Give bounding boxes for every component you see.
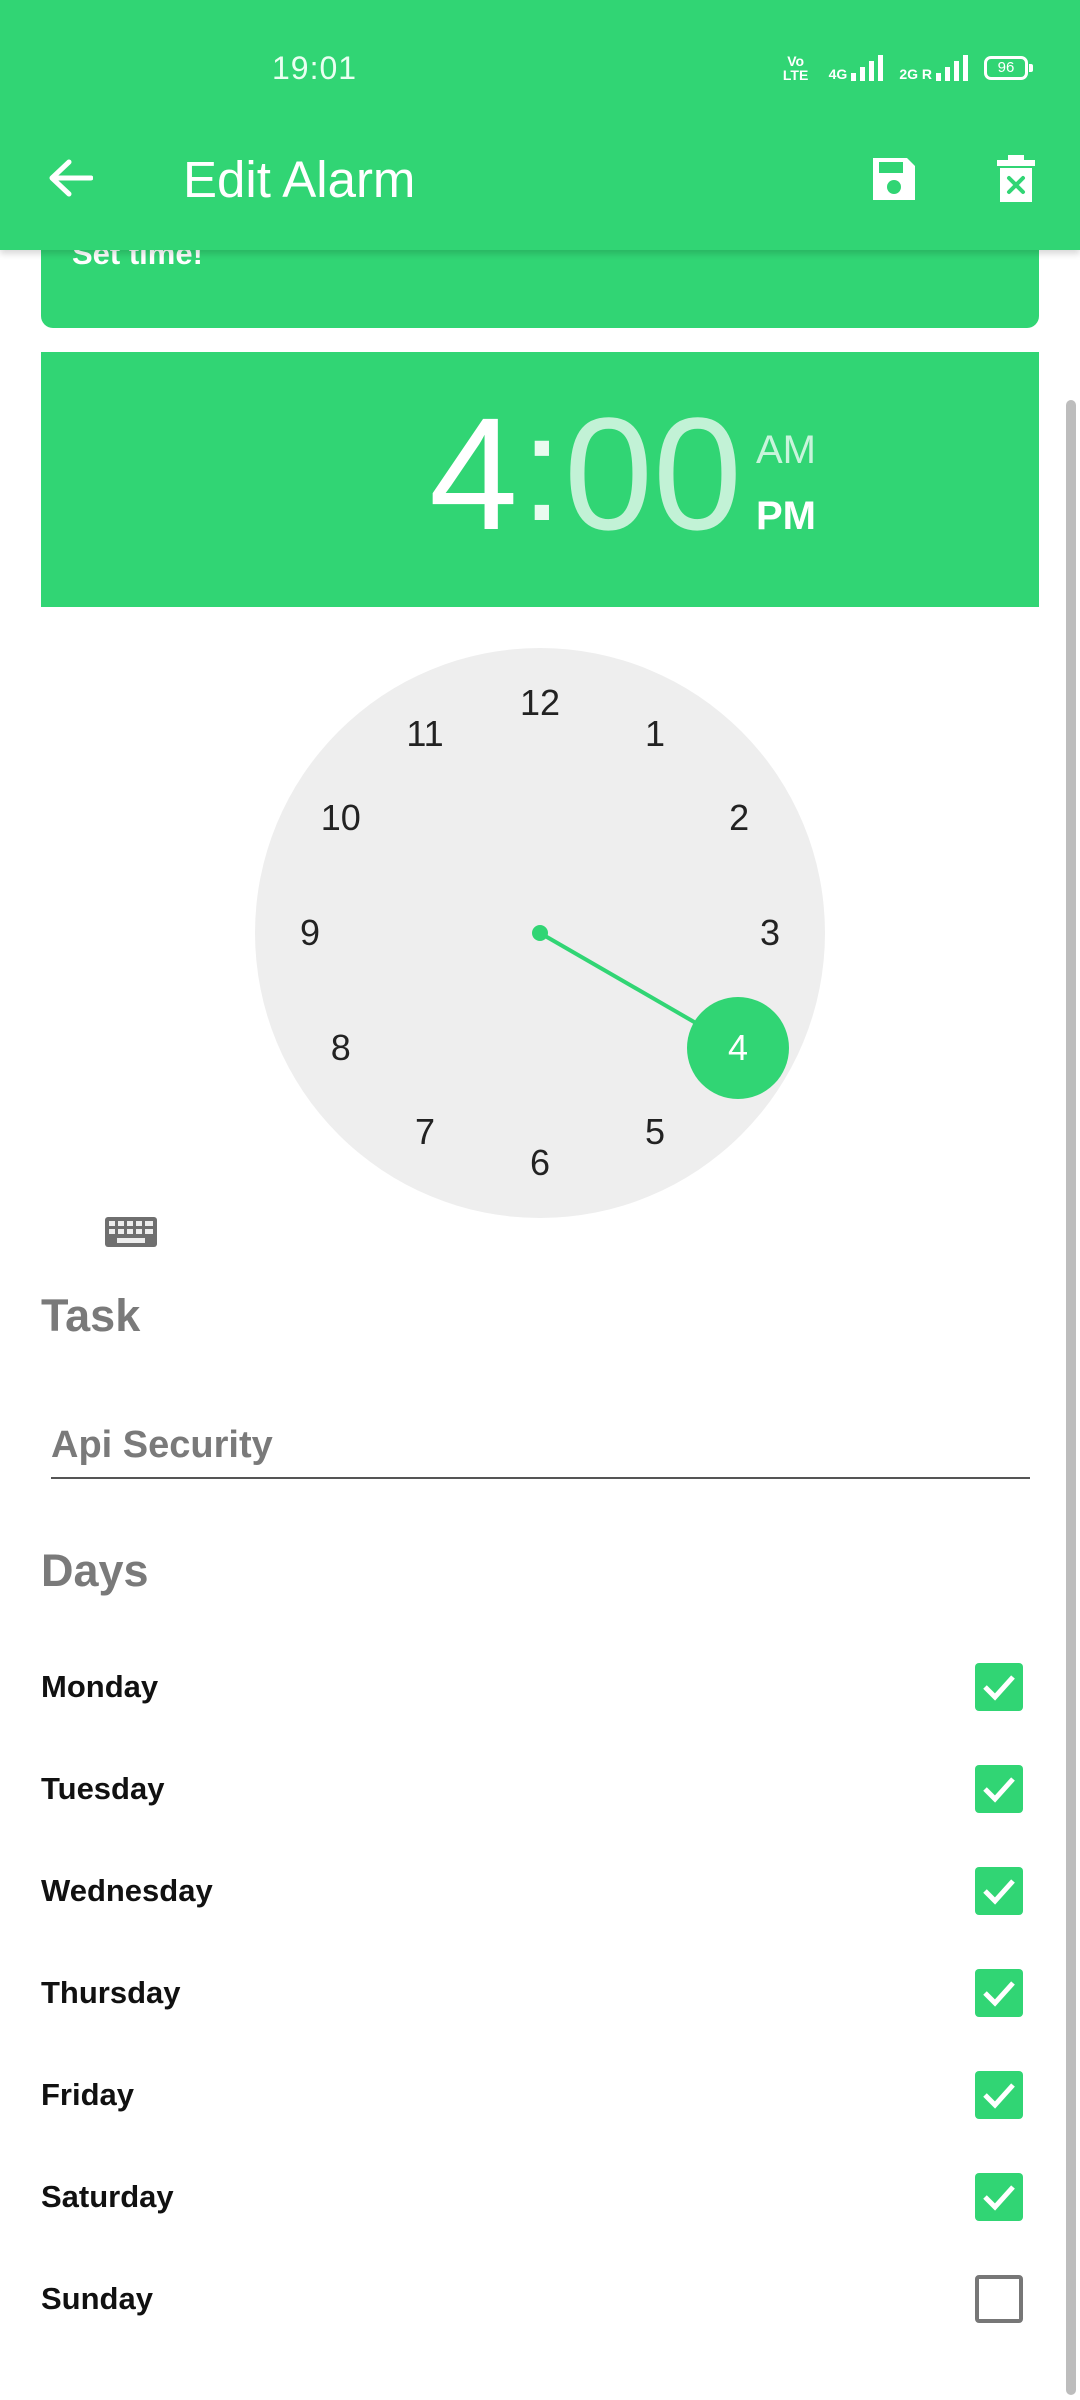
friday-checkbox[interactable] xyxy=(975,2071,1023,2119)
hour-9[interactable]: 9 xyxy=(280,911,340,955)
hour-12[interactable]: 12 xyxy=(510,681,570,725)
save-button[interactable] xyxy=(862,144,926,214)
day-row-tuesday[interactable]: Tuesday xyxy=(41,1754,1023,1824)
scrollbar[interactable] xyxy=(1066,400,1076,2395)
day-label: Wednesday xyxy=(41,1873,213,1908)
clock-dial[interactable]: 12 1 2 3 4 5 6 7 8 9 10 11 xyxy=(255,648,825,1218)
hour-2[interactable]: 2 xyxy=(709,796,769,840)
page-title: Edit Alarm xyxy=(183,151,416,208)
days-heading: Days xyxy=(41,1545,149,1596)
check-icon xyxy=(983,1981,1015,2007)
minute-value[interactable]: 00 xyxy=(564,374,742,574)
day-row-wednesday[interactable]: Wednesday xyxy=(41,1856,1023,1926)
hour-6[interactable]: 6 xyxy=(510,1141,570,1185)
saturday-checkbox[interactable] xyxy=(975,2173,1023,2221)
arrow-left-icon xyxy=(49,159,93,197)
hour-11[interactable]: 11 xyxy=(395,712,455,756)
day-row-sunday[interactable]: Sunday xyxy=(41,2264,1023,2334)
hour-5[interactable]: 5 xyxy=(625,1110,685,1154)
sunday-checkbox[interactable] xyxy=(975,2275,1023,2323)
signal-2g-icon: 2G R xyxy=(899,55,968,81)
keyboard-toggle-button[interactable] xyxy=(103,1212,159,1252)
hour-value[interactable]: 4 xyxy=(429,374,518,574)
wednesday-checkbox[interactable] xyxy=(975,1867,1023,1915)
app-bar: 19:01 Vo LTE 4G 2G R 96 Edit Alarm xyxy=(0,0,1080,250)
trash-x-icon xyxy=(997,155,1035,202)
day-label: Friday xyxy=(41,2077,135,2112)
battery-icon: 96 xyxy=(984,56,1033,80)
selected-hour-4[interactable]: 4 xyxy=(687,997,789,1099)
back-button[interactable] xyxy=(34,142,106,214)
time-separator: : xyxy=(521,384,563,552)
status-icons: Vo LTE 4G 2G R 96 xyxy=(779,52,1033,84)
day-row-thursday[interactable]: Thursday xyxy=(41,1958,1023,2028)
check-icon xyxy=(983,2185,1015,2211)
task-heading: Task xyxy=(41,1290,141,1341)
day-row-friday[interactable]: Friday xyxy=(41,2060,1023,2130)
status-time: 19:01 xyxy=(272,50,358,86)
task-input[interactable] xyxy=(51,1413,1030,1479)
day-label: Saturday xyxy=(41,2179,174,2214)
hour-1[interactable]: 1 xyxy=(625,712,685,756)
tuesday-checkbox[interactable] xyxy=(975,1765,1023,1813)
day-row-saturday[interactable]: Saturday xyxy=(41,2162,1023,2232)
check-icon xyxy=(983,1879,1015,1905)
hour-8[interactable]: 8 xyxy=(311,1026,371,1070)
floppy-disk-icon xyxy=(873,158,915,200)
check-icon xyxy=(983,1777,1015,1803)
keyboard-icon xyxy=(105,1217,157,1247)
thursday-checkbox[interactable] xyxy=(975,1969,1023,2017)
monday-checkbox[interactable] xyxy=(975,1663,1023,1711)
am-toggle[interactable]: AM xyxy=(756,428,816,473)
signal-4g-icon: 4G xyxy=(829,55,884,81)
volte-indicator: Vo LTE xyxy=(782,53,809,83)
hour-3[interactable]: 3 xyxy=(740,911,800,955)
day-row-monday[interactable]: Monday xyxy=(41,1652,1023,1722)
pm-toggle[interactable]: PM xyxy=(756,494,816,539)
time-display: 4 : 00 AM PM xyxy=(41,352,1039,607)
hour-7[interactable]: 7 xyxy=(395,1110,455,1154)
hour-10[interactable]: 10 xyxy=(311,796,371,840)
day-label: Sunday xyxy=(41,2281,153,2316)
day-label: Tuesday xyxy=(41,1771,165,1806)
check-icon xyxy=(983,1675,1015,1701)
delete-button[interactable] xyxy=(984,144,1048,214)
clock-center xyxy=(532,925,548,941)
check-icon xyxy=(983,2083,1015,2109)
day-label: Monday xyxy=(41,1669,159,1704)
day-label: Thursday xyxy=(41,1975,181,2010)
